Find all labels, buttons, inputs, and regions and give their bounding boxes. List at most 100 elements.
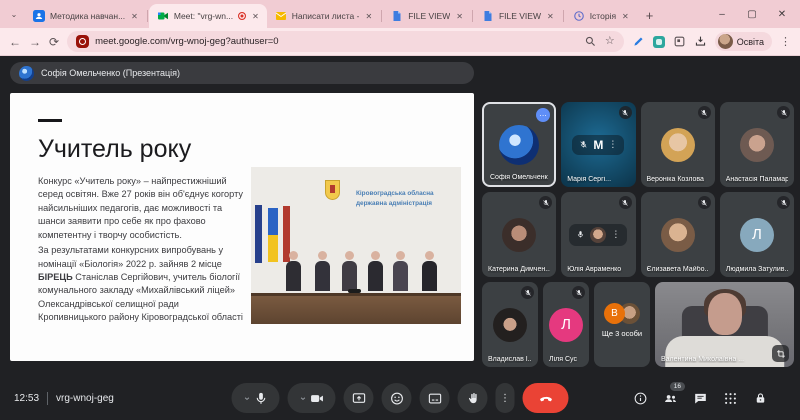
people-button[interactable]: 16: [663, 391, 678, 406]
pen-icon[interactable]: [632, 35, 645, 48]
flag: [255, 205, 262, 263]
meeting-details-button[interactable]: [633, 391, 648, 406]
tab-history[interactable]: Історія ✕: [565, 4, 637, 28]
participant-tile-anastasiia[interactable]: Анастасія Паламар...: [720, 102, 794, 187]
participant-tile-sofiia[interactable]: ⋯ Софія Омельченко: [482, 102, 556, 187]
end-call-button[interactable]: [523, 383, 569, 413]
tab-group-icon[interactable]: [673, 35, 686, 48]
participant-tile-lyudmyla[interactable]: Л Людмила Затулив...: [720, 192, 794, 277]
tab-label: Історія: [590, 11, 616, 21]
close-window-button[interactable]: ✕: [767, 0, 797, 28]
lock-icon: [753, 391, 768, 406]
tab-close-icon[interactable]: ✕: [456, 12, 463, 21]
avatar: [502, 218, 536, 252]
mic-muted-badge: [698, 106, 711, 119]
picture-in-picture-button[interactable]: [772, 345, 789, 362]
info-icon: [633, 391, 648, 406]
extension-icon[interactable]: [653, 36, 665, 48]
tile-hover-controls: ⋮: [569, 224, 627, 246]
emoji-smile-icon: [389, 391, 404, 406]
url-text: meet.google.com/vrg-wnoj-geg?authuser=0: [95, 36, 578, 47]
avatar: Л: [740, 218, 774, 252]
participant-tile-vladyslav[interactable]: Владислав І...: [482, 282, 538, 367]
tab-file-view-1[interactable]: FILE VIEW ✕: [383, 4, 471, 28]
back-button[interactable]: ←: [9, 36, 21, 48]
avatar: Л: [549, 308, 583, 342]
present-screen-button[interactable]: [344, 383, 374, 413]
browser-toolbar: ← → ⟳ meet.google.com/vrg-wnoj-geg?authu…: [0, 28, 800, 56]
participant-tile-liliia[interactable]: Л Ліля Сус: [543, 282, 589, 367]
host-controls-button[interactable]: [753, 391, 768, 406]
video-person-face: [708, 293, 742, 335]
raise-hand-button[interactable]: [458, 383, 488, 413]
tab-close-icon[interactable]: ✕: [622, 12, 629, 21]
tab-file-view-2[interactable]: FILE VIEW ✕: [474, 4, 562, 28]
mic-button[interactable]: [232, 383, 280, 413]
more-people-tile[interactable]: В Ще 3 особи: [594, 282, 650, 367]
avatar: [740, 128, 774, 162]
tab-close-icon[interactable]: ✕: [131, 12, 138, 21]
reload-button[interactable]: ⟳: [49, 36, 59, 48]
presenter-banner[interactable]: Софія Омельченко (Презентація): [10, 62, 474, 84]
tab-close-icon[interactable]: ✕: [365, 12, 372, 21]
avatar: [590, 227, 606, 243]
tab-label: FILE VIEW: [408, 11, 450, 21]
camera-button[interactable]: [288, 383, 336, 413]
participant-tile-kateryna[interactable]: Катерина Димчен...: [482, 192, 556, 277]
more-people-label: Ще 3 особи: [602, 329, 642, 338]
tab-label: Методика навчан...: [50, 11, 125, 21]
minimize-button[interactable]: –: [707, 0, 737, 28]
profile-chip[interactable]: Освіта: [715, 32, 772, 51]
tab-mail[interactable]: Написати листа - ✕: [267, 4, 380, 28]
mic-off-icon: [576, 230, 585, 239]
tab-meet-active[interactable]: Meet: "vrg-wn... ✕: [149, 4, 267, 28]
mail-icon: [275, 10, 287, 22]
shared-slide: Учитель року Конкурс «Учитель року» – на…: [10, 93, 474, 361]
mic-muted-badge: [619, 106, 632, 119]
tab-search-button[interactable]: ⌄: [3, 2, 25, 26]
participant-tile-mariia[interactable]: M ⋮ Марія Сергі...: [561, 102, 635, 187]
new-tab-button[interactable]: +: [637, 8, 663, 23]
bookmark-star-icon[interactable]: ☆: [605, 36, 615, 47]
slide-dash: [38, 119, 62, 122]
download-icon[interactable]: [694, 35, 707, 48]
photo-org-text: Кіровоградська обласна державна адмініст…: [356, 189, 434, 210]
activities-button[interactable]: [723, 391, 738, 406]
chat-button[interactable]: [693, 391, 708, 406]
avatar: [499, 125, 539, 165]
tile-menu-icon[interactable]: ⋮: [608, 139, 617, 150]
mic-muted-badge: [619, 196, 632, 209]
captions-icon: [427, 391, 442, 406]
recording-dot-icon: [238, 12, 246, 20]
zoom-icon[interactable]: [584, 35, 597, 48]
people-count-badge: 16: [670, 382, 685, 391]
meeting-code: vrg-wnoj-geg: [56, 393, 114, 404]
camera-icon: [310, 391, 325, 406]
maximize-button[interactable]: ▢: [737, 0, 767, 28]
presentation-stage: Софія Омельченко (Презентація) Учитель р…: [10, 62, 474, 376]
file-icon: [391, 10, 403, 22]
mic-muted-badge: [572, 286, 585, 299]
address-bar[interactable]: meet.google.com/vrg-wnoj-geg?authuser=0 …: [67, 31, 624, 52]
avatar: В: [604, 303, 625, 324]
participant-tile-yuliia[interactable]: ⋮ Юлія Авраменко: [561, 192, 635, 277]
presenter-avatar: [19, 66, 34, 81]
tile-menu-icon[interactable]: ⋮: [611, 229, 620, 240]
participant-tile-yelyzaveta[interactable]: Єлизавета Майбо...: [641, 192, 715, 277]
participant-tile-veronika[interactable]: Вероніка Козлова: [641, 102, 715, 187]
mic-muted-badge: [521, 286, 534, 299]
tile-menu-icon[interactable]: ⋯: [536, 108, 550, 122]
captions-button[interactable]: [420, 383, 450, 413]
reactions-button[interactable]: [382, 383, 412, 413]
avatar: [493, 308, 527, 342]
browser-menu-icon[interactable]: ⋮: [780, 35, 791, 48]
tab-close-icon[interactable]: ✕: [252, 12, 259, 21]
more-options-button[interactable]: ⋮: [496, 383, 515, 413]
tab-close-icon[interactable]: ✕: [547, 12, 554, 21]
tab-recording-indicator-icon: [76, 35, 89, 48]
mic-muted-badge: [777, 106, 790, 119]
participant-tile-valentyna-video[interactable]: Валентина Миколаївна ...: [655, 282, 794, 367]
forward-button[interactable]: →: [29, 36, 41, 48]
laureate-name: БІРЕЦЬ: [38, 272, 73, 282]
tab-methodyka[interactable]: Методика навчан... ✕: [25, 4, 146, 28]
